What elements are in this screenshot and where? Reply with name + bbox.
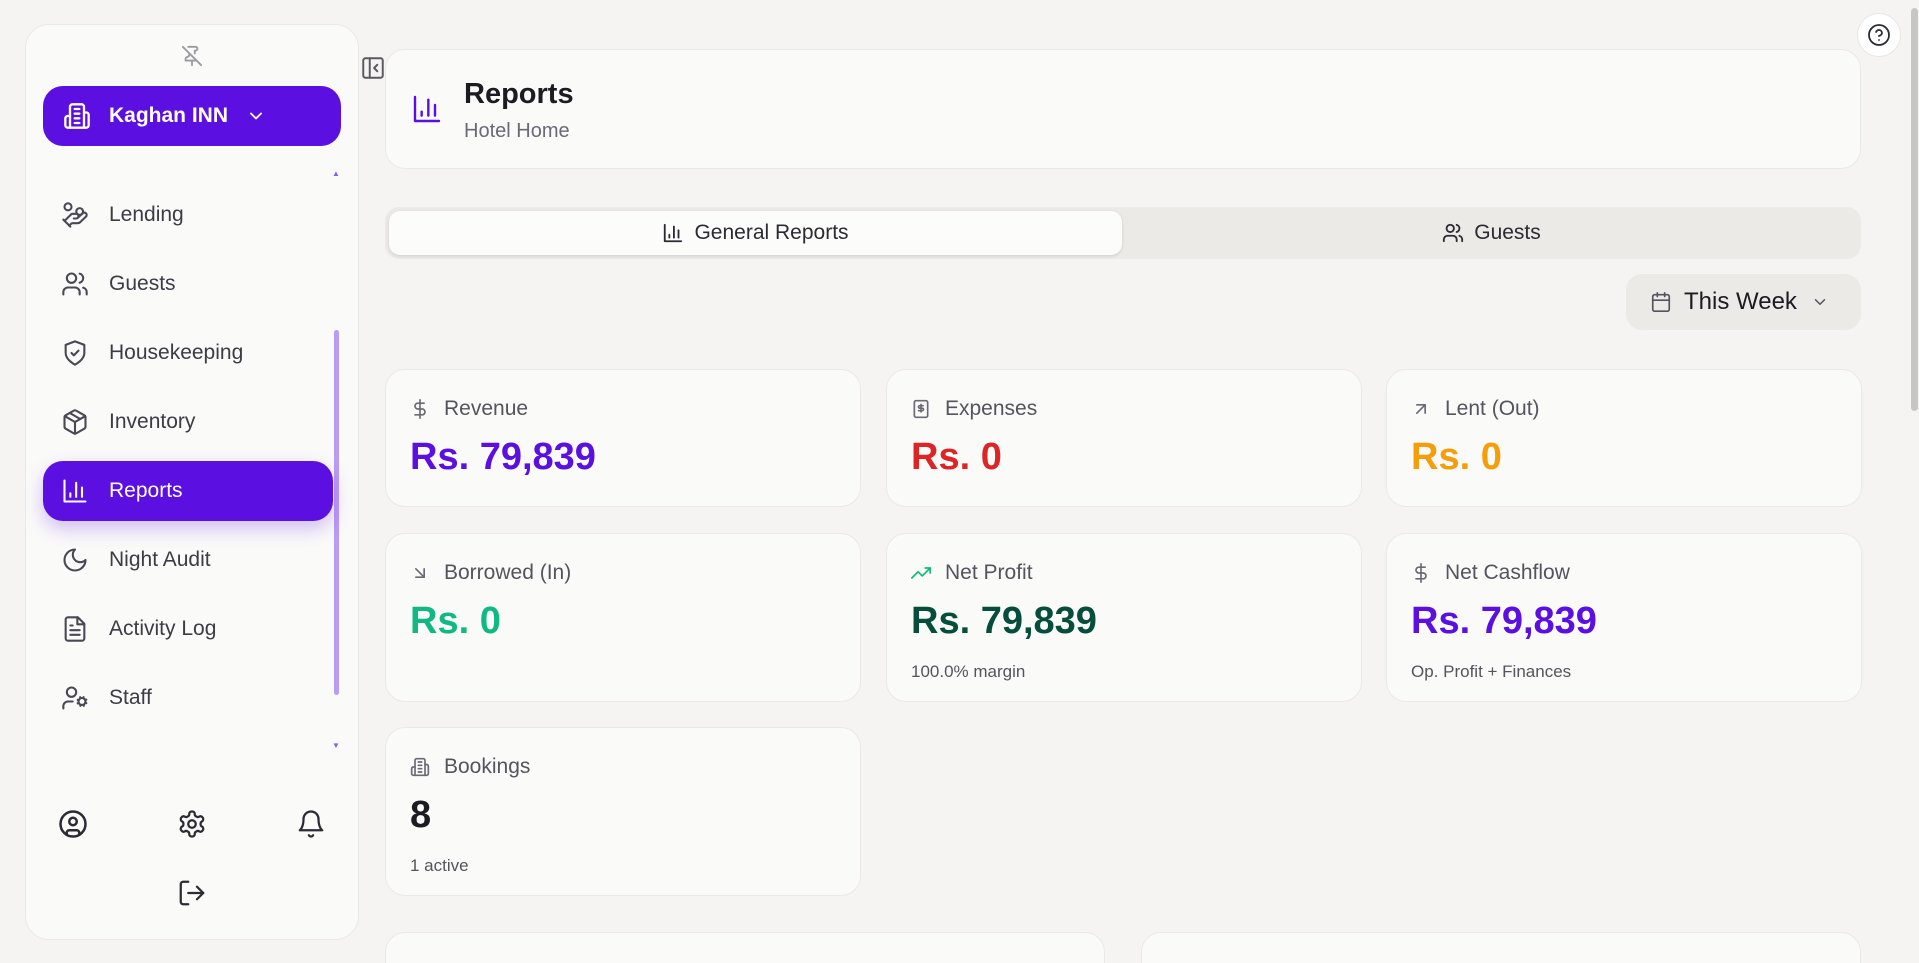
report-tabs: General Reports Guests xyxy=(385,207,1861,259)
stat-label: Net Cashflow xyxy=(1445,561,1570,584)
file-text-icon xyxy=(61,615,89,643)
hand-coins-icon xyxy=(61,201,89,229)
tab-label: Guests xyxy=(1474,221,1541,244)
building-icon xyxy=(410,757,430,777)
sidebar-item-inventory[interactable]: Inventory xyxy=(43,392,333,452)
sidebar: Kaghan INN ▲ Lending Guests Housekeeping xyxy=(25,24,359,940)
stat-note: 100.0% margin xyxy=(911,662,1026,681)
stat-label: Revenue xyxy=(444,397,529,420)
stat-label: Lent (Out) xyxy=(1445,397,1540,420)
chevron-down-icon xyxy=(246,106,266,126)
sidebar-item-activity-log[interactable]: Activity Log xyxy=(43,599,333,659)
stat-card-borrowed: Borrowed (In) Rs. 0 xyxy=(385,533,861,702)
package-icon xyxy=(61,408,89,436)
stat-card-revenue: Revenue Rs. 79,839 xyxy=(385,369,861,507)
stat-note: 1 active xyxy=(410,856,469,875)
sidebar-item-label: Inventory xyxy=(109,410,196,433)
sidebar-item-staff[interactable]: Staff xyxy=(43,668,333,728)
sidebar-scrollbar[interactable] xyxy=(334,330,339,695)
trending-up-icon xyxy=(911,563,931,583)
stat-note: Op. Profit + Finances xyxy=(1411,662,1572,681)
tab-general-reports[interactable]: General Reports xyxy=(389,211,1122,255)
tab-guests[interactable]: Guests xyxy=(1126,211,1857,255)
user-cog-icon xyxy=(61,684,89,712)
shield-check-icon xyxy=(61,339,89,367)
page-header: Reports Hotel Home xyxy=(385,49,1861,169)
arrow-down-right-icon xyxy=(410,563,430,583)
stat-label: Net Profit xyxy=(945,561,1033,584)
page-subtitle: Hotel Home xyxy=(464,120,570,142)
bar-chart-icon xyxy=(61,477,89,505)
bar-chart-icon xyxy=(411,93,443,125)
sidebar-item-housekeeping[interactable]: Housekeeping xyxy=(43,323,333,383)
sidebar-item-guests[interactable]: Guests xyxy=(43,254,333,314)
stat-card-lent: Lent (Out) Rs. 0 xyxy=(1386,369,1862,507)
stat-value: Rs. 0 xyxy=(410,600,501,642)
hotel-switcher-button[interactable]: Kaghan INN xyxy=(43,86,341,146)
logout-icon[interactable] xyxy=(177,878,207,908)
chart-card xyxy=(385,932,1105,963)
scroll-down-icon[interactable]: ▼ xyxy=(332,741,340,750)
sidebar-nav: Lending Guests Housekeeping Inventory Re… xyxy=(43,185,333,737)
sidebar-item-lending[interactable]: Lending xyxy=(43,185,333,245)
users-icon xyxy=(61,270,89,298)
dollar-icon xyxy=(410,399,430,419)
tab-label: General Reports xyxy=(694,221,849,244)
arrow-up-right-icon xyxy=(1411,399,1431,419)
unpin-icon[interactable] xyxy=(181,45,205,69)
stat-value: Rs. 0 xyxy=(911,436,1002,478)
hotel-name: Kaghan INN xyxy=(109,104,229,127)
user-circle-icon[interactable] xyxy=(58,809,88,839)
sidebar-item-label: Staff xyxy=(109,686,152,709)
stat-label: Expenses xyxy=(945,397,1038,420)
question-circle-icon xyxy=(1868,24,1890,46)
stat-value: Rs. 79,839 xyxy=(1411,600,1597,642)
sidebar-item-label: Reports xyxy=(109,479,183,502)
gear-icon[interactable] xyxy=(177,809,207,839)
page-title: Reports xyxy=(464,78,574,110)
help-button[interactable] xyxy=(1857,13,1901,57)
stat-card-net-profit: Net Profit Rs. 79,839 100.0% margin xyxy=(886,533,1362,702)
bar-chart-icon xyxy=(662,222,684,244)
sidebar-item-label: Housekeeping xyxy=(109,341,244,364)
sidebar-item-label: Lending xyxy=(109,203,184,226)
bell-icon[interactable] xyxy=(296,809,326,839)
receipt-icon xyxy=(911,399,931,419)
stat-value: Rs. 0 xyxy=(1411,436,1502,478)
stat-label: Bookings xyxy=(444,755,531,778)
calendar-icon xyxy=(1650,291,1672,313)
moon-icon xyxy=(61,546,89,574)
scroll-up-icon[interactable]: ▲ xyxy=(332,169,340,178)
sidebar-item-night-audit[interactable]: Night Audit xyxy=(43,530,333,590)
date-range-select[interactable]: This Week xyxy=(1626,274,1861,330)
dollar-icon xyxy=(1411,563,1431,583)
stat-label: Borrowed (In) xyxy=(444,561,572,584)
sidebar-item-reports[interactable]: Reports xyxy=(43,461,333,521)
stat-value: Rs. 79,839 xyxy=(410,436,596,478)
building-icon xyxy=(63,102,91,130)
sidebar-item-label: Guests xyxy=(109,272,176,295)
chart-card xyxy=(1141,932,1861,963)
sidebar-item-label: Activity Log xyxy=(109,617,217,640)
sidebar-item-label: Night Audit xyxy=(109,548,211,571)
page-scrollbar[interactable] xyxy=(1911,8,1918,411)
chevron-down-icon xyxy=(1811,293,1829,311)
panel-collapse-icon[interactable] xyxy=(360,55,386,81)
users-icon xyxy=(1442,222,1464,244)
stat-value: 8 xyxy=(410,794,432,836)
stat-card-expenses: Expenses Rs. 0 xyxy=(886,369,1362,507)
date-range-label: This Week xyxy=(1684,288,1797,315)
stat-card-bookings: Bookings 8 1 active xyxy=(385,727,861,896)
stat-value: Rs. 79,839 xyxy=(911,600,1097,642)
stat-card-net-cashflow: Net Cashflow Rs. 79,839 Op. Profit + Fin… xyxy=(1386,533,1862,702)
